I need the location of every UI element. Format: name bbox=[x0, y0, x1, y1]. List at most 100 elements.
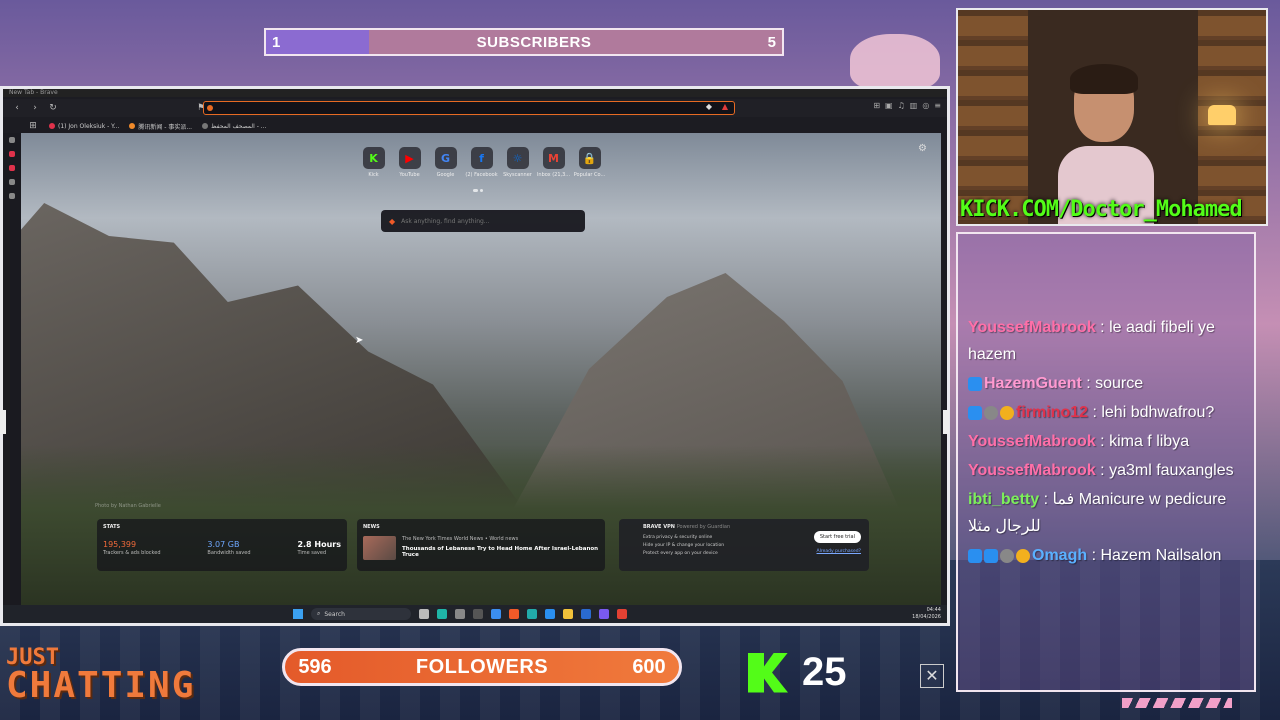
channel-url: KICK.COM/Doctor_Mohamed bbox=[960, 197, 1243, 222]
menu-icon[interactable]: ≡ bbox=[934, 101, 941, 110]
discord-icon[interactable] bbox=[599, 609, 609, 619]
shortcut-youtube[interactable]: ▶ YouTube bbox=[397, 147, 422, 178]
subscribers-goal: 5 bbox=[767, 33, 776, 51]
chat-text: : source bbox=[1081, 375, 1144, 392]
sidebar-icon[interactable] bbox=[9, 151, 15, 157]
kick-icon: K bbox=[362, 147, 385, 169]
app-icon[interactable] bbox=[527, 609, 537, 619]
chat-panel: YoussefMabrook : le aadi fibeli ye hazem… bbox=[956, 232, 1256, 692]
edge-icon[interactable] bbox=[437, 609, 447, 619]
vpn-icon[interactable]: ◎ bbox=[922, 101, 929, 110]
shortcut-facebook[interactable]: f (2) Facebook bbox=[465, 147, 498, 178]
news-thumbnail bbox=[363, 536, 397, 560]
reload-icon[interactable]: ↻ bbox=[47, 103, 59, 113]
stats-widget[interactable]: STATS 195,399 Trackers & ads blocked 3.07… bbox=[97, 519, 347, 571]
bookmark-item[interactable]: (1) Jon Oleksiuk - Y... bbox=[49, 123, 119, 130]
chat-username[interactable]: firmino12 bbox=[1016, 404, 1088, 421]
sidebar-icon[interactable] bbox=[9, 165, 15, 171]
app-icon[interactable] bbox=[545, 609, 555, 619]
forward-icon[interactable]: › bbox=[29, 103, 41, 113]
address-bar[interactable]: ◆ ▲ bbox=[203, 101, 735, 115]
sidebar-icon[interactable] bbox=[9, 137, 15, 143]
shield-icon[interactable]: ◆ bbox=[706, 102, 712, 111]
taskbar-search[interactable]: ⌕ Search bbox=[311, 608, 411, 620]
store-icon[interactable] bbox=[491, 609, 501, 619]
new-tab-page: K Kick ▶ YouTube G Google f (2) Facebook ☼ Sk… bbox=[21, 133, 941, 605]
search-box[interactable]: ◆ bbox=[381, 210, 585, 232]
extension-icon[interactable]: ⊞ bbox=[873, 101, 880, 110]
rewards-icon[interactable]: ▲ bbox=[722, 102, 728, 111]
subscribers-label: SUBSCRIBERS bbox=[476, 33, 592, 51]
windows-taskbar: ⌕ Search 04:44 18/04/2026 bbox=[3, 605, 947, 623]
chat-username[interactable]: Omagh bbox=[1032, 547, 1087, 564]
shortcut-kick[interactable]: K Kick bbox=[361, 147, 386, 178]
chat-username[interactable]: ibti_betty bbox=[968, 491, 1039, 508]
chrome-icon[interactable] bbox=[617, 609, 627, 619]
subscribers-current: 1 bbox=[272, 33, 281, 51]
terminal-icon[interactable] bbox=[473, 609, 483, 619]
sidebar-icon[interactable] bbox=[9, 179, 15, 185]
verified-badge-icon bbox=[968, 548, 982, 563]
brave-logo-icon: ◆ bbox=[389, 216, 396, 226]
followers-goal-bar: 596 FOLLOWERS 600 bbox=[282, 648, 682, 686]
already-purchased-link[interactable]: Already purchased? bbox=[817, 549, 861, 554]
back-icon[interactable]: ‹ bbox=[11, 103, 23, 113]
youtube-icon bbox=[49, 123, 55, 129]
mouse-cursor-icon: ➤ bbox=[355, 335, 364, 346]
trackers-label: Trackers & ads blocked bbox=[103, 550, 161, 556]
browser-title: New Tab - Brave bbox=[3, 89, 947, 97]
resize-handle[interactable] bbox=[0, 410, 6, 434]
search-icon: ⌕ bbox=[317, 610, 321, 617]
media-icon[interactable]: ♫ bbox=[898, 101, 905, 110]
sub-badge-icon bbox=[1000, 405, 1014, 420]
resize-handle[interactable] bbox=[943, 410, 949, 434]
chat-message: YoussefMabrook : ya3ml fauxangles bbox=[968, 457, 1243, 484]
chat-message: firmino12 : lehi bdhwafrou? bbox=[968, 399, 1243, 426]
page-dots[interactable] bbox=[473, 189, 483, 192]
followers-current: 596 bbox=[298, 655, 332, 678]
subscribers-goal-bar: 1 SUBSCRIBERS 5 bbox=[264, 28, 784, 56]
wallet-icon[interactable]: ▣ bbox=[885, 101, 893, 110]
shortcut-popular[interactable]: 🔒 Popular Co... bbox=[574, 147, 605, 178]
search-input[interactable] bbox=[401, 217, 572, 225]
chat-username[interactable]: YoussefMabrook bbox=[968, 319, 1096, 336]
windows-start-icon[interactable] bbox=[293, 609, 303, 619]
avatar-badge-icon bbox=[1000, 548, 1014, 563]
app-icon[interactable] bbox=[581, 609, 591, 619]
chat-username[interactable]: HazemGuent bbox=[984, 375, 1082, 392]
chat-username[interactable]: YoussefMabrook bbox=[968, 462, 1096, 479]
bookshelf bbox=[958, 10, 1028, 224]
google-icon: G bbox=[434, 147, 457, 169]
shortcut-google[interactable]: G Google bbox=[433, 147, 458, 178]
taskview-icon[interactable] bbox=[419, 609, 429, 619]
shortcut-gmail[interactable]: M Inbox (21,3... bbox=[537, 147, 570, 178]
chat-message: YoussefMabrook : le aadi fibeli ye hazem bbox=[968, 314, 1243, 368]
sidebar-toggle-icon[interactable]: ▥ bbox=[910, 101, 918, 110]
bookmark-item[interactable]: 腾讯新闻 - 事实派... bbox=[129, 122, 192, 131]
chat-message: YoussefMabrook : kima f libya bbox=[968, 428, 1243, 455]
skyscanner-icon: ☼ bbox=[506, 147, 529, 169]
apps-icon[interactable]: ⊞ bbox=[27, 121, 39, 131]
chat-text: : kima f libya bbox=[1095, 433, 1190, 450]
chat-message: Omagh : Hazem Nailsalon bbox=[968, 542, 1243, 569]
close-icon[interactable]: ✕ bbox=[920, 664, 944, 688]
bandwidth-value: 3.07 GB bbox=[207, 540, 240, 549]
brave-icon[interactable] bbox=[509, 609, 519, 619]
shortcut-skyscanner[interactable]: ☼ Skyscanner bbox=[503, 147, 532, 178]
news-headline[interactable]: Thousands of Lebanese Try to Head Home A… bbox=[402, 546, 599, 558]
start-free-trial-button[interactable]: Start free trial bbox=[813, 531, 861, 543]
photo-credit: Photo by Nathan Gabrielle bbox=[95, 503, 161, 509]
vpn-title: BRAVE VPN bbox=[643, 524, 675, 530]
news-widget[interactable]: NEWS The New York Times World News • Wor… bbox=[357, 519, 605, 571]
sub-badge-icon bbox=[1016, 548, 1030, 563]
vpn-widget: BRAVE VPN Powered by Guardian Extra priv… bbox=[619, 519, 869, 571]
add-icon[interactable] bbox=[9, 193, 15, 199]
followers-label: FOLLOWERS bbox=[415, 655, 549, 678]
gear-icon[interactable]: ⚙ bbox=[918, 143, 927, 154]
chat-username[interactable]: YoussefMabrook bbox=[968, 433, 1096, 450]
stats-title: STATS bbox=[103, 524, 121, 530]
news-source: The New York Times World News • World ne… bbox=[402, 536, 519, 542]
bookmark-item[interactable]: المصحف المحفظ - ... bbox=[202, 123, 266, 130]
folder-icon[interactable] bbox=[563, 609, 573, 619]
app-icon[interactable] bbox=[455, 609, 465, 619]
